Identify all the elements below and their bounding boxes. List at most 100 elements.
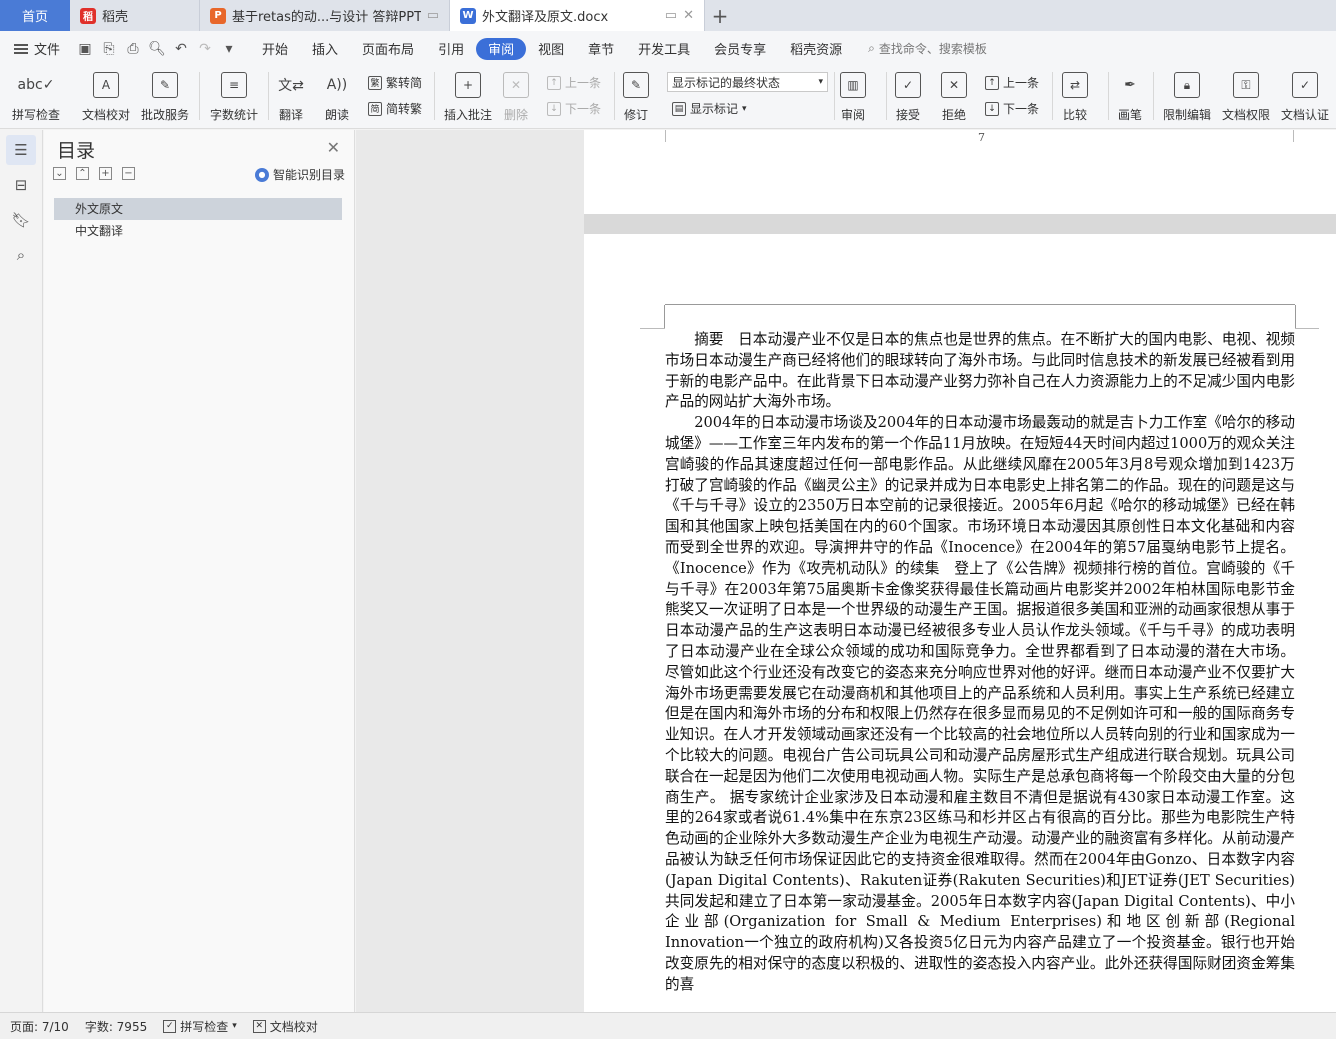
daoke-icon: 稻 — [80, 7, 96, 24]
next-comment-label: 下一条 — [565, 102, 602, 116]
chevron-down-icon: ▾ — [742, 103, 747, 114]
simp-to-trad-button[interactable]: 简 简转繁 — [368, 100, 422, 117]
menu-start[interactable]: 开始 — [250, 38, 300, 60]
close-icon[interactable]: ✕ — [683, 8, 694, 23]
correction-icon: ✎ — [152, 72, 178, 98]
page-indicator[interactable]: 页面: 7/10 — [10, 1018, 69, 1035]
menu-member[interactable]: 会员专享 — [702, 38, 778, 60]
smart-toc-button[interactable]: ● 智能识别目录 — [254, 166, 345, 183]
restrict-edit-label: 限制编辑 — [1163, 108, 1212, 122]
screen-icon[interactable]: ▭ — [665, 8, 677, 23]
prev-comment-button[interactable]: ↑ 上一条 — [547, 74, 601, 91]
margin-tick — [640, 328, 665, 329]
collapse-up-icon[interactable]: ⌃ — [76, 167, 89, 180]
tab-docx[interactable]: W 外文翻译及原文.docx ▭ ✕ — [450, 0, 705, 31]
next-change-button[interactable]: ↓ 下一条 — [985, 100, 1039, 117]
undo-icon[interactable]: ↶ — [170, 38, 192, 60]
translate-button[interactable]: 文⇄ 翻译 — [278, 70, 304, 123]
tab-home[interactable]: 首页 — [0, 0, 70, 31]
doc-proof-button[interactable]: A 文档校对 — [82, 70, 130, 123]
add-icon[interactable]: + — [99, 167, 112, 180]
delete-comment-button[interactable]: ✕ 删除 — [503, 70, 529, 123]
file-menu[interactable]: 文件 — [14, 39, 60, 58]
spellcheck-label: 拼写检查 — [12, 108, 61, 122]
bookmark-icon[interactable]: 🔖︎ — [6, 205, 36, 235]
tab-daoke[interactable]: 稻 稻壳 — [70, 0, 200, 31]
spellcheck-button[interactable]: abc✓ 拼写检查 — [12, 70, 60, 123]
doc-certify-button[interactable]: ✓ 文档认证 — [1281, 70, 1329, 123]
chapter-nav-icon[interactable]: ⊟ — [6, 170, 36, 200]
smart-toc-label: 智能识别目录 — [272, 168, 345, 182]
current-page[interactable]: 摘要 日本动漫产业不仅是日本的焦点也是世界的焦点。在不断扩大的国内电影、电视、视… — [584, 234, 1336, 1012]
add-tab-button[interactable]: + — [705, 0, 735, 31]
status-bar: 页面: 7/10 字数: 7955 ✓ 拼写检查 ▾ ✕ 文档校对 — [0, 1012, 1336, 1039]
file-menu-label: 文件 — [34, 43, 61, 58]
save-icon[interactable]: ▣ — [74, 38, 96, 60]
toc-icon[interactable]: ☰ — [6, 135, 36, 165]
chevron-down-icon: ▾ — [232, 1021, 237, 1031]
show-markup-icon: ▤ — [672, 101, 686, 116]
delete-comment-label: 删除 — [503, 108, 528, 122]
doc-proof-status[interactable]: ✕ 文档校对 — [252, 1018, 318, 1035]
accept-button[interactable]: ✓ 接受 — [895, 70, 921, 123]
revise-icon: ✎ — [623, 72, 649, 98]
translate-icon: 文⇄ — [278, 78, 304, 94]
export-pdf-icon[interactable]: ⎘ — [98, 38, 120, 60]
translate-label: 翻译 — [278, 108, 303, 122]
menu-insert[interactable]: 插入 — [300, 38, 350, 60]
trad-to-simp-button[interactable]: 繁 繁转简 — [368, 74, 422, 91]
correction-service-button[interactable]: ✎ 批改服务 — [141, 70, 189, 123]
search-icon[interactable]: ⌕ — [6, 240, 36, 270]
doc-permission-button[interactable]: ⚿ 文档权限 — [1222, 70, 1270, 123]
reject-icon: ✕ — [941, 72, 967, 98]
read-aloud-button[interactable]: A)) 朗读 — [324, 70, 350, 123]
checkbox-icon: ✓ — [163, 1019, 177, 1033]
trad-simp-icon: 繁 — [368, 75, 382, 90]
word-count-button[interactable]: ≡ 字数统计 — [210, 70, 258, 123]
pen-button[interactable]: ✒ 画笔 — [1117, 70, 1143, 123]
read-aloud-label: 朗读 — [324, 108, 349, 122]
compare-button[interactable]: ⇄ 比较 — [1062, 70, 1088, 123]
review-pane-button[interactable]: ▥ 审阅 — [840, 70, 866, 123]
print-icon[interactable]: ⎙ — [122, 38, 144, 60]
expand-down-icon[interactable]: ⌄ — [53, 167, 66, 180]
spellcheck-status[interactable]: ✓ 拼写检查 ▾ — [163, 1018, 237, 1035]
menu-daoke-resource[interactable]: 稻壳资源 — [778, 38, 854, 60]
previous-page: 7 — [584, 130, 1336, 214]
menu-chapter[interactable]: 章节 — [576, 38, 626, 60]
reject-button[interactable]: ✕ 拒绝 — [941, 70, 967, 123]
tab-label: 外文翻译及原文.docx — [482, 10, 609, 25]
markup-state-select[interactable]: 显示标记的最终状态 ▾ — [667, 72, 828, 92]
command-search[interactable]: ⌕ 查找命令、搜索模板 — [868, 40, 987, 57]
menu-page-layout[interactable]: 页面布局 — [350, 38, 426, 60]
menu-reference[interactable]: 引用 — [426, 38, 476, 60]
revise-button[interactable]: ✎ 修订 — [623, 70, 649, 123]
screen-icon[interactable]: ▭ — [427, 8, 439, 23]
tab-ppt[interactable]: P 基于retas的动...与设计 答辩PPT ▭ — [200, 0, 450, 31]
comment-add-icon: + — [455, 72, 481, 98]
prev-change-button[interactable]: ↑ 上一条 — [985, 74, 1039, 91]
minus-icon[interactable]: − — [122, 167, 135, 180]
more-quick-access-icon[interactable]: ▾ — [218, 38, 240, 60]
redo-icon[interactable]: ↷ — [194, 38, 216, 60]
menu-view[interactable]: 视图 — [526, 38, 576, 60]
word-count-label: 字数统计 — [210, 108, 259, 122]
menu-dev-tools[interactable]: 开发工具 — [626, 38, 702, 60]
toc-item-original[interactable]: 外文原文 — [54, 198, 342, 220]
toc-list: 外文原文 中文翻译 — [54, 198, 342, 242]
show-markup-button[interactable]: ▤ 显示标记 ▾ — [672, 100, 747, 117]
menu-review[interactable]: 审阅 — [476, 37, 527, 60]
print-preview-icon[interactable]: 🔍︎ — [146, 38, 168, 60]
close-icon[interactable]: ✕ — [327, 138, 340, 157]
simp-to-trad-label: 简转繁 — [386, 102, 423, 116]
prev-change-icon: ↑ — [985, 75, 999, 90]
document-canvas[interactable]: 7 摘要 日本动漫产业不仅是日本的焦点也是世界的焦点。在不断扩大的国内电影、电视… — [356, 130, 1336, 1012]
restrict-edit-button[interactable]: 🔒︎ 限制编辑 — [1163, 70, 1211, 123]
document-body[interactable]: 摘要 日本动漫产业不仅是日本的焦点也是世界的焦点。在不断扩大的国内电影、电视、视… — [665, 330, 1295, 996]
revise-label: 修订 — [623, 108, 648, 122]
toc-item-translation[interactable]: 中文翻译 — [54, 220, 342, 242]
next-comment-button[interactable]: ↓ 下一条 — [547, 100, 601, 117]
insert-comment-button[interactable]: + 插入批注 — [444, 70, 492, 123]
word-count-indicator[interactable]: 字数: 7955 — [85, 1018, 147, 1035]
menu-bar: 文件 ▣ ⎘ ⎙ 🔍︎ ↶ ↷ ▾ 开始 插入 页面布局 引用 审阅 视图 章节… — [0, 31, 1336, 66]
